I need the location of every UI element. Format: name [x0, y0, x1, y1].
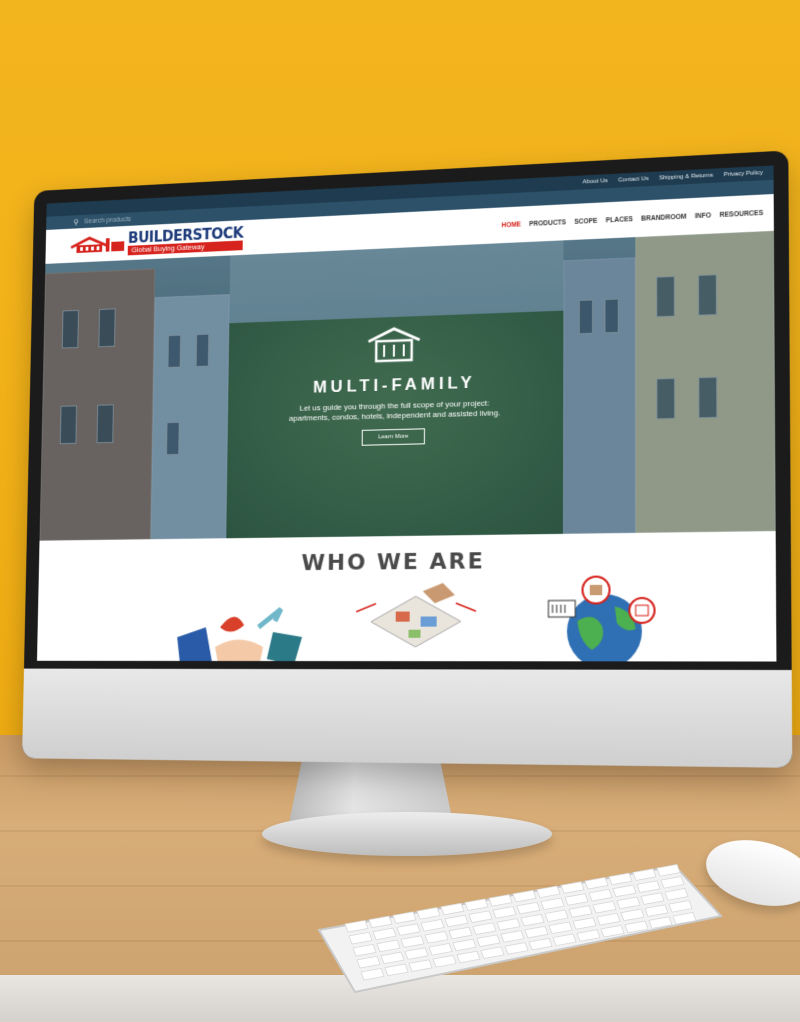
keyboard [317, 864, 723, 994]
browser-screen: About Us Contact Us Shipping & Returns P… [36, 165, 777, 662]
utility-link-about[interactable]: About Us [583, 178, 608, 185]
search-input[interactable]: Search products [84, 216, 131, 225]
monitor-chin [22, 668, 793, 768]
utility-link-contact[interactable]: Contact Us [618, 176, 649, 184]
monitor-stand-base [262, 812, 552, 856]
house-logo-icon [69, 234, 125, 256]
nav-places[interactable]: PLACES [606, 216, 633, 224]
utility-link-shipping[interactable]: Shipping & Returns [659, 173, 713, 182]
floorplan-illustration [351, 582, 481, 662]
site-logo[interactable]: BUILDERSTOCK Global Buying Gateway [69, 224, 243, 257]
nav-resources[interactable]: RESOURCES [720, 209, 764, 218]
who-we-are-section: WHO WE ARE [37, 531, 776, 662]
house-hero-icon [364, 324, 423, 366]
nav-home[interactable]: HOME [501, 221, 521, 229]
learn-more-button[interactable]: Learn More [361, 428, 426, 446]
nav-scope[interactable]: SCOPE [574, 217, 597, 225]
nav-products[interactable]: PRODUCTS [529, 219, 566, 228]
monitor: About Us Contact Us Shipping & Returns P… [22, 150, 793, 768]
search-icon[interactable]: ⚲ [73, 217, 79, 226]
nav-brandroom[interactable]: BRANDROOM [641, 213, 686, 222]
utility-link-privacy[interactable]: Privacy Policy [723, 170, 762, 178]
global-logistics-illustration [542, 569, 667, 662]
main-nav: HOME PRODUCTS SCOPE PLACES BRANDROOM INF… [501, 209, 763, 228]
handshake-illustration [176, 607, 303, 662]
nav-info[interactable]: INFO [695, 212, 711, 220]
hero-banner: MULTI-FAMILY Let us guide you through th… [39, 230, 776, 541]
